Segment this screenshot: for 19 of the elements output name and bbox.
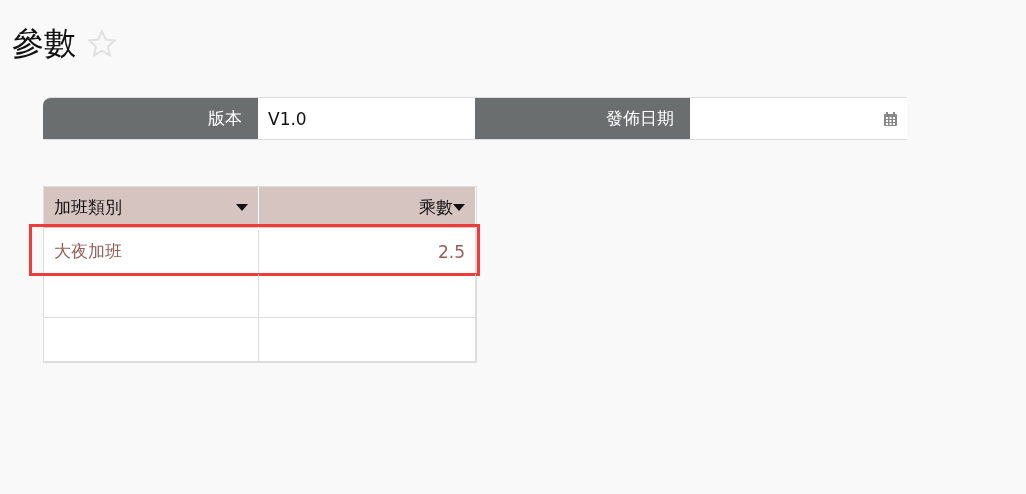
calendar-icon[interactable]	[884, 111, 897, 126]
input-field[interactable]: V1.0	[258, 98, 475, 139]
caret-icon	[236, 203, 248, 212]
table-cell[interactable]	[44, 274, 259, 318]
table-cell[interactable]	[259, 318, 476, 362]
table-cell[interactable]: 大夜加班	[44, 230, 259, 274]
header-label: 加班類別	[54, 196, 122, 219]
table-cell[interactable]	[259, 274, 476, 318]
header-label: 乘數	[419, 196, 453, 219]
column-header[interactable]: 加班類別	[44, 187, 259, 230]
table-cell[interactable]: 2.5	[259, 230, 476, 274]
field-label: 版本	[43, 98, 258, 139]
caret-icon	[453, 203, 465, 212]
column-header[interactable]: 乘數	[259, 187, 476, 230]
page-title: 參數	[12, 23, 76, 64]
table-cell[interactable]	[44, 318, 259, 362]
field-label: 發佈日期	[475, 98, 690, 139]
star-icon[interactable]	[86, 28, 118, 60]
date-field[interactable]	[690, 98, 907, 139]
